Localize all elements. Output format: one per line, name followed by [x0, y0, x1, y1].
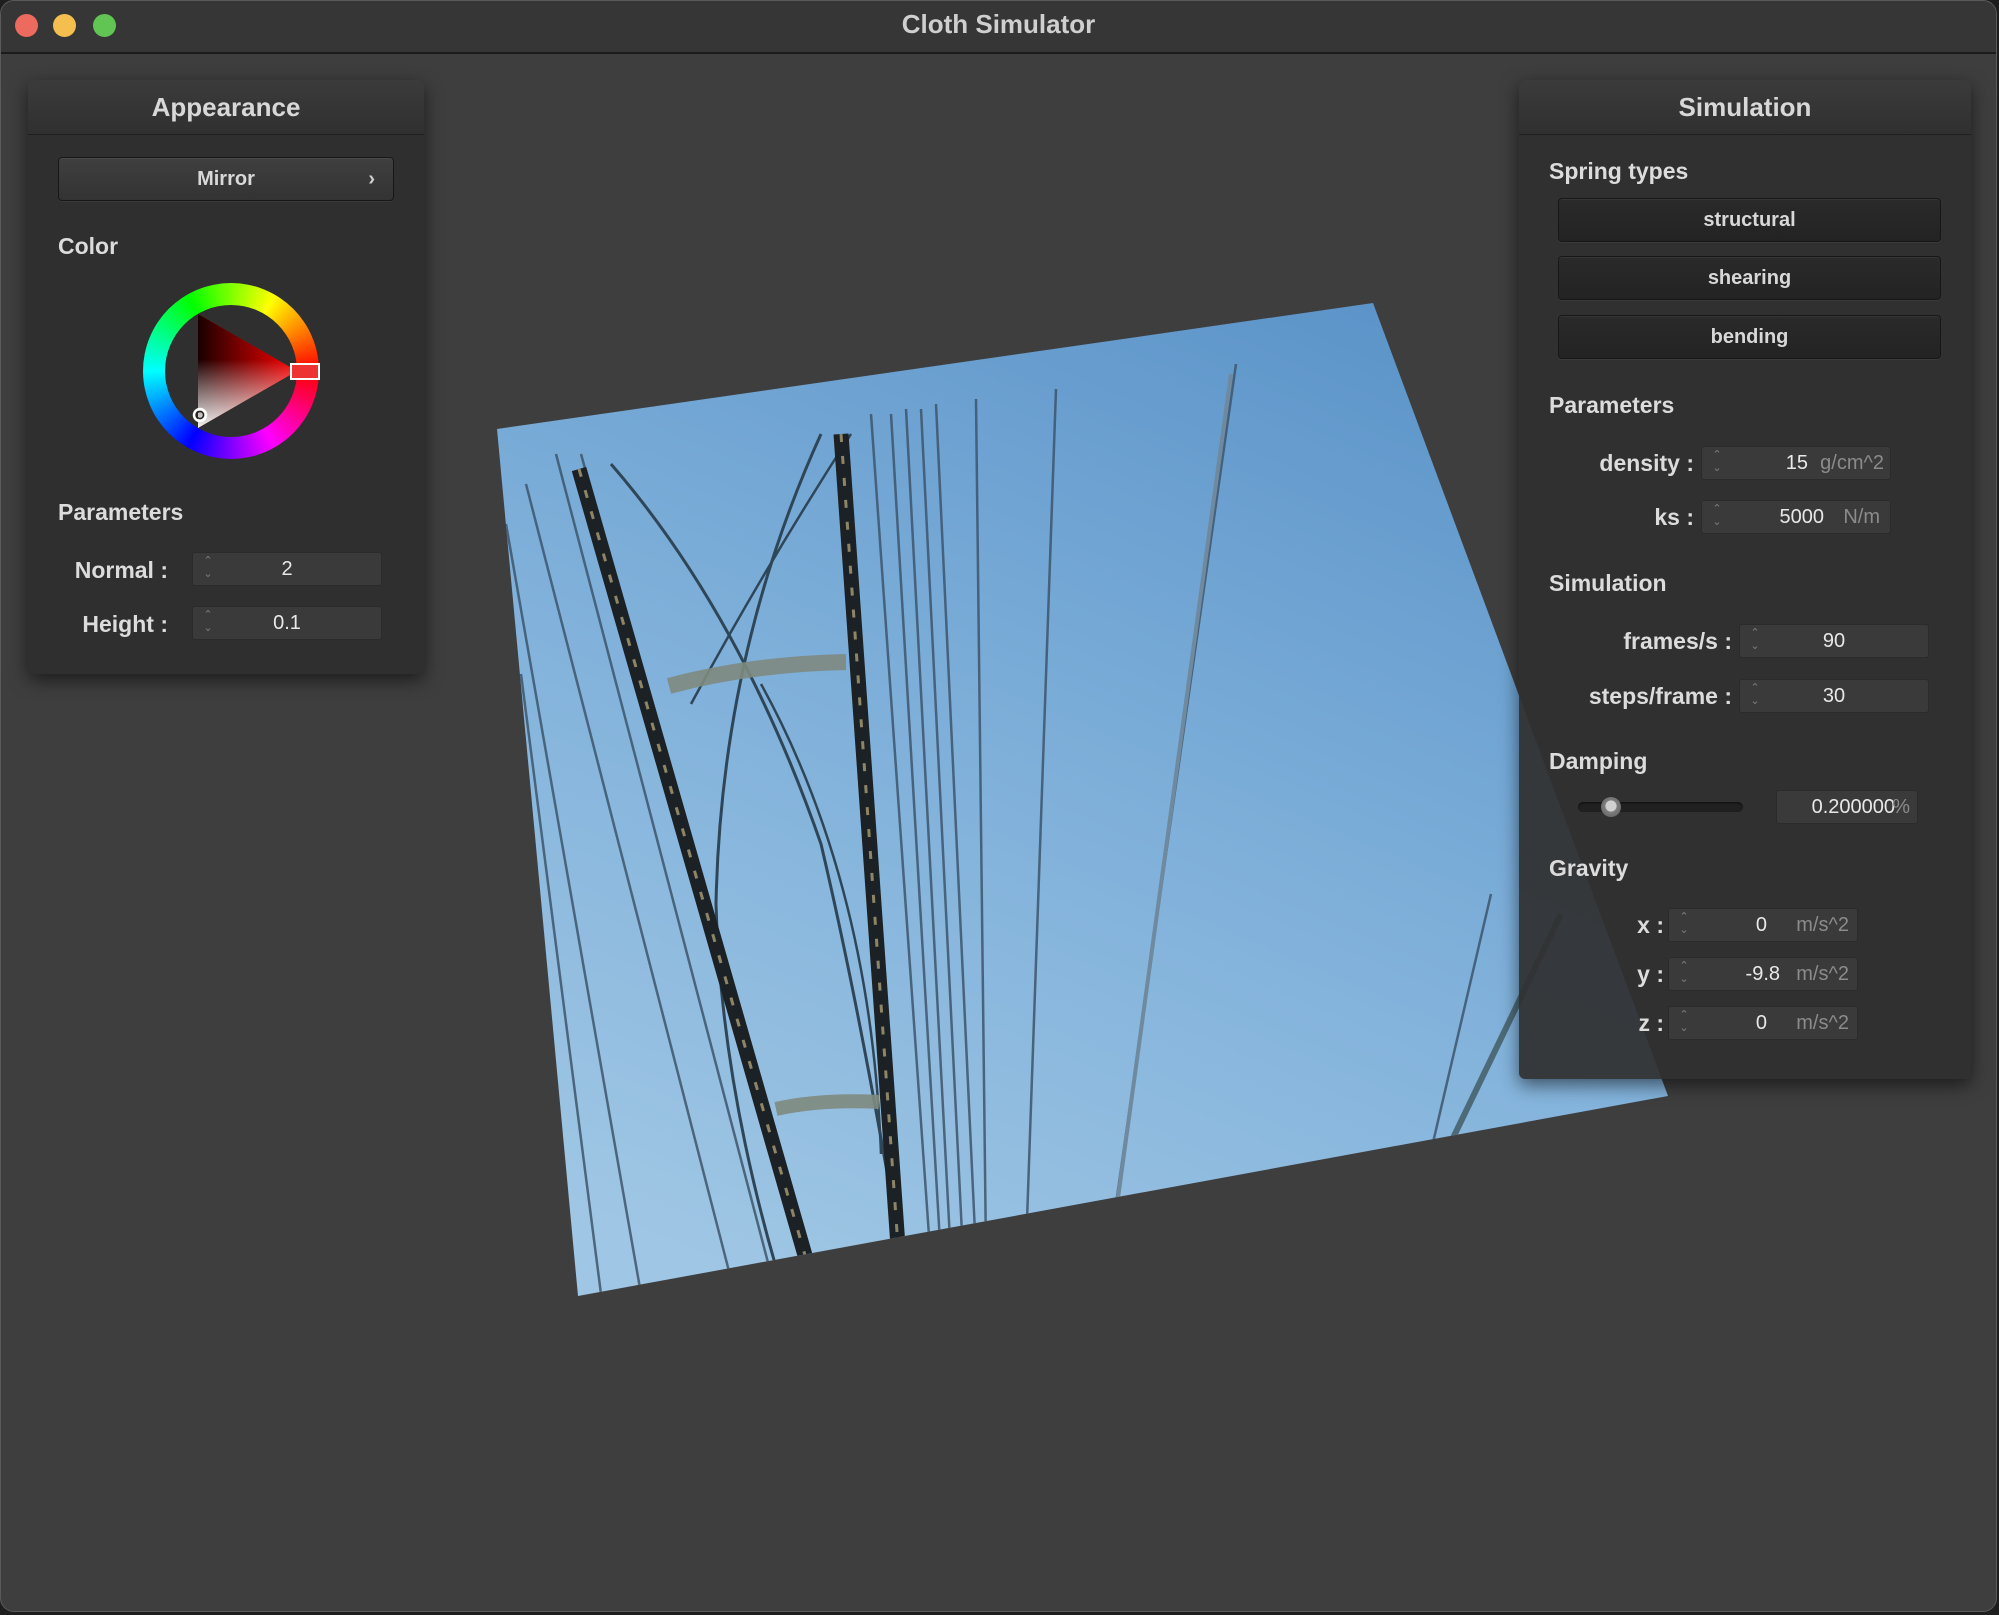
density-label: density :	[1599, 450, 1694, 476]
normal-value: 2	[281, 558, 293, 580]
gravity-x-unit: m/s^2	[1796, 914, 1849, 936]
hue-selector-handle	[290, 363, 320, 380]
height-label: Height :	[82, 611, 168, 637]
normal-label: Normal :	[74, 557, 168, 583]
gravity-z-input[interactable]: ⌃ ⌄ 0 m/s^2	[1668, 1006, 1858, 1040]
normal-input[interactable]: ⌃ ⌄ 2	[192, 552, 382, 586]
gravity-y-value: -9.8	[1745, 963, 1780, 985]
spinner-arrows-icon[interactable]: ⌃ ⌄	[1710, 503, 1724, 533]
frames-per-second-label: frames/s :	[1623, 628, 1732, 654]
appearance-panel-title[interactable]: Appearance	[28, 80, 424, 135]
simulation-section-label: Simulation	[1549, 570, 1667, 596]
gravity-z-label: z :	[1638, 1010, 1664, 1036]
damping-input[interactable]: 0.200000 %	[1776, 790, 1918, 824]
density-input[interactable]: ⌃ ⌄ 15 g/cm^2	[1701, 446, 1891, 480]
gravity-x-input[interactable]: ⌃ ⌄ 0 m/s^2	[1668, 908, 1858, 942]
bending-spring-toggle[interactable]: bending	[1558, 315, 1941, 359]
chevron-right-icon: ›	[368, 168, 375, 190]
window-title: Cloth Simulator	[901, 9, 1096, 39]
damping-slider-knob[interactable]	[1601, 797, 1621, 817]
frames-per-second-value: 90	[1822, 630, 1846, 652]
appearance-parameters-label: Parameters	[58, 499, 184, 525]
damping-unit: %	[1892, 796, 1910, 818]
gravity-z-value: 0	[1755, 1012, 1767, 1034]
gravity-z-unit: m/s^2	[1796, 1012, 1849, 1034]
height-value: 0.1	[273, 612, 301, 634]
spring-types-label: Spring types	[1549, 158, 1689, 184]
steps-per-frame-value: 30	[1822, 685, 1846, 707]
spinner-arrows-icon[interactable]: ⌃ ⌄	[1677, 1009, 1691, 1039]
shearing-spring-toggle[interactable]: shearing	[1558, 256, 1941, 300]
ks-input[interactable]: ⌃ ⌄ 5000 N/m	[1701, 500, 1891, 534]
gravity-x-value: 0	[1755, 914, 1767, 936]
gravity-y-unit: m/s^2	[1796, 963, 1849, 985]
app-window: Cloth Simulator Appearance Mirror › Colo…	[0, 0, 1997, 1612]
density-value: 15	[1785, 452, 1808, 474]
spinner-arrows-icon[interactable]: ⌃ ⌄	[1677, 911, 1691, 941]
ks-unit: N/m	[1843, 506, 1880, 528]
height-input[interactable]: ⌃ ⌄ 0.1	[192, 606, 382, 640]
damping-value: 0.200000	[1811, 796, 1895, 818]
gravity-y-label: y :	[1637, 961, 1664, 987]
shader-select-button[interactable]: Mirror ›	[58, 157, 394, 201]
frames-per-second-input[interactable]: ⌃ ⌄ 90	[1739, 624, 1929, 658]
spinner-arrows-icon[interactable]: ⌃ ⌄	[1677, 960, 1691, 990]
steps-per-frame-input[interactable]: ⌃ ⌄ 30	[1739, 679, 1929, 713]
title-bar[interactable]: Cloth Simulator	[1, 1, 1996, 54]
simulation-panel-title[interactable]: Simulation	[1519, 80, 1971, 135]
ks-label: ks :	[1654, 504, 1694, 530]
gravity-y-input[interactable]: ⌃ ⌄ -9.8 m/s^2	[1668, 957, 1858, 991]
structural-spring-toggle[interactable]: structural	[1558, 198, 1941, 242]
ks-value: 5000	[1779, 506, 1825, 528]
appearance-panel: Appearance Mirror › Color Parameters Nor…	[28, 80, 424, 674]
simulation-parameters-label: Parameters	[1549, 392, 1675, 418]
damping-label: Damping	[1549, 748, 1648, 774]
simulation-panel: Simulation Spring types structural shear…	[1519, 80, 1971, 1079]
color-wheel-picker[interactable]	[140, 280, 340, 480]
gravity-label: Gravity	[1549, 855, 1629, 881]
density-unit: g/cm^2	[1820, 452, 1884, 474]
color-section-label: Color	[58, 233, 119, 259]
steps-per-frame-label: steps/frame :	[1588, 683, 1732, 709]
damping-slider[interactable]	[1578, 797, 1743, 817]
spinner-arrows-icon[interactable]: ⌃ ⌄	[1710, 449, 1724, 479]
shader-select-label: Mirror	[197, 168, 255, 190]
gravity-x-label: x :	[1637, 912, 1664, 938]
